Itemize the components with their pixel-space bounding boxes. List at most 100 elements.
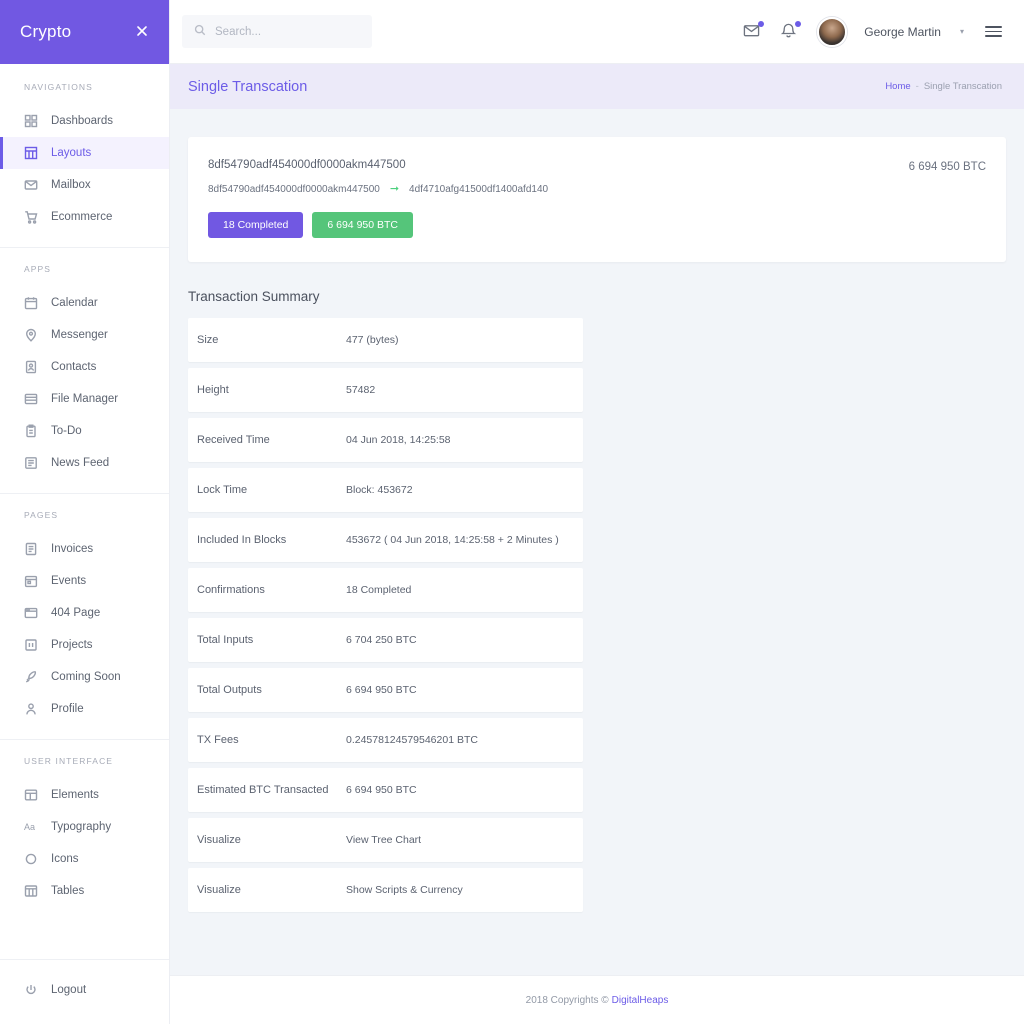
sidebar-item-label: File Manager bbox=[51, 393, 118, 405]
table-row: Lock TimeBlock: 453672 bbox=[188, 468, 583, 512]
sidebar-item-label: Tables bbox=[51, 885, 84, 897]
chevron-down-icon[interactable]: ▾ bbox=[960, 27, 964, 36]
summary-row-value: 477 (bytes) bbox=[346, 334, 399, 346]
summary-row-key: Total Inputs bbox=[197, 634, 346, 646]
sidebar-item-label: Events bbox=[51, 575, 86, 587]
topbar: George Martin ▾ bbox=[170, 0, 1024, 64]
summary-row-value: 57482 bbox=[346, 384, 375, 396]
invoice-icon bbox=[24, 542, 38, 556]
avatar[interactable] bbox=[817, 17, 847, 47]
mail-icon[interactable] bbox=[743, 22, 763, 42]
search-input[interactable] bbox=[215, 26, 360, 38]
sidebar-section-title: USER INTERFACE bbox=[0, 756, 169, 766]
contact-card-icon bbox=[24, 360, 38, 374]
amount-badge[interactable]: 6 694 950 BTC bbox=[312, 212, 413, 238]
sidebar-item-logout[interactable]: Logout bbox=[0, 974, 169, 1006]
table-row: Received Time04 Jun 2018, 14:25:58 bbox=[188, 418, 583, 462]
table-row: Included In Blocks453672 ( 04 Jun 2018, … bbox=[188, 518, 583, 562]
table-row: Total Outputs6 694 950 BTC bbox=[188, 668, 583, 712]
sidebar-nav: NAVIGATIONS Dashboards Layouts Mailbox Ecomm… bbox=[0, 64, 169, 959]
sidebar-item-label: Dashboards bbox=[51, 115, 113, 127]
topbar-actions: George Martin ▾ bbox=[743, 17, 1002, 47]
summary-row-key: Confirmations bbox=[197, 584, 346, 596]
sidebar-item-elements[interactable]: Elements bbox=[0, 779, 169, 811]
sidebar-item-label: Logout bbox=[51, 984, 86, 996]
sidebar-item-mailbox[interactable]: Mailbox bbox=[0, 169, 169, 201]
sidebar-divider bbox=[0, 247, 169, 248]
sidebar-item-to-do[interactable]: To-Do bbox=[0, 415, 169, 447]
sidebar-divider bbox=[0, 493, 169, 494]
typography-icon: Aa bbox=[24, 820, 38, 834]
summary-row-key: Visualize bbox=[197, 834, 346, 846]
browser-icon bbox=[24, 606, 38, 620]
sidebar-item-contacts[interactable]: Contacts bbox=[0, 351, 169, 383]
summary-row-key: Size bbox=[197, 334, 346, 346]
summary-row-value: 04 Jun 2018, 14:25:58 bbox=[346, 434, 451, 446]
main-area: George Martin ▾ Single Transcation Home … bbox=[170, 0, 1024, 1024]
sidebar-item-file-manager[interactable]: File Manager bbox=[0, 383, 169, 415]
sidebar-item-label: Mailbox bbox=[51, 179, 91, 191]
footer-copyright: 2018 Copyrights © bbox=[526, 995, 609, 1006]
arrow-right-icon: ➞ bbox=[390, 184, 399, 195]
sidebar-item-label: News Feed bbox=[51, 457, 109, 469]
table-row: Total Inputs6 704 250 BTC bbox=[188, 618, 583, 662]
user-icon bbox=[24, 702, 38, 716]
summary-row-value: 6 694 950 BTC bbox=[346, 684, 417, 696]
calendar-icon bbox=[24, 296, 38, 310]
sidebar-section-title: APPS bbox=[0, 264, 169, 274]
sidebar-item-dashboards[interactable]: Dashboards bbox=[0, 105, 169, 137]
summary-row-key: Estimated BTC Transacted bbox=[197, 784, 346, 796]
breadcrumb-home[interactable]: Home bbox=[885, 81, 910, 92]
sidebar-item-label: Coming Soon bbox=[51, 671, 121, 683]
sidebar-item-calendar[interactable]: Calendar bbox=[0, 287, 169, 319]
circle-icon bbox=[24, 852, 38, 866]
sidebar-item-icons[interactable]: Icons bbox=[0, 843, 169, 875]
transaction-hash: 8df54790adf454000df0000akm447500 bbox=[208, 159, 548, 171]
sidebar-section-title: NAVIGATIONS bbox=[0, 82, 169, 92]
sidebar-item-profile[interactable]: Profile bbox=[0, 693, 169, 725]
footer: 2018 Copyrights © DigitalHeaps bbox=[170, 975, 1024, 1024]
summary-row-key: Included In Blocks bbox=[197, 534, 346, 546]
sidebar-item-typography[interactable]: AaTypography bbox=[0, 811, 169, 843]
sidebar-item-404-page[interactable]: 404 Page bbox=[0, 597, 169, 629]
sidebar-item-label: Profile bbox=[51, 703, 84, 715]
hamburger-icon[interactable] bbox=[985, 26, 1002, 37]
transaction-flow: 8df54790adf454000df0000akm447500 ➞ 4df47… bbox=[208, 184, 548, 195]
transaction-card-left: 8df54790adf454000df0000akm447500 8df5479… bbox=[208, 159, 548, 238]
sidebar-item-coming-soon[interactable]: Coming Soon bbox=[0, 661, 169, 693]
summary-row-value: 6 704 250 BTC bbox=[346, 634, 417, 646]
footer-brand-link[interactable]: DigitalHeaps bbox=[612, 995, 669, 1006]
transaction-amount: 6 694 950 BTC bbox=[909, 159, 986, 173]
sidebar-item-messenger[interactable]: Messenger bbox=[0, 319, 169, 351]
search-box[interactable] bbox=[182, 15, 372, 48]
summary-row-value: 18 Completed bbox=[346, 584, 411, 596]
sidebar-item-label: Messenger bbox=[51, 329, 108, 341]
summary-row-key: TX Fees bbox=[197, 734, 346, 746]
close-icon[interactable] bbox=[135, 24, 149, 41]
sidebar-item-layouts[interactable]: Layouts bbox=[0, 137, 169, 169]
status-badge[interactable]: 18 Completed bbox=[208, 212, 303, 238]
sidebar-item-tables[interactable]: Tables bbox=[0, 875, 169, 907]
sidebar: Crypto NAVIGATIONS Dashboards Layouts Mailb… bbox=[0, 0, 170, 1024]
folder-icon bbox=[24, 392, 38, 406]
summary-row-key: Lock Time bbox=[197, 484, 346, 496]
sidebar-item-ecommerce[interactable]: Ecommerce bbox=[0, 201, 169, 233]
sidebar-item-news-feed[interactable]: News Feed bbox=[0, 447, 169, 479]
sidebar-divider bbox=[0, 739, 169, 740]
sidebar-item-invoices[interactable]: Invoices bbox=[0, 533, 169, 565]
search-icon bbox=[194, 23, 206, 41]
sidebar-item-projects[interactable]: Projects bbox=[0, 629, 169, 661]
bell-icon[interactable] bbox=[780, 22, 800, 42]
page-content: 8df54790adf454000df0000akm447500 8df5479… bbox=[170, 109, 1024, 975]
app-root: Crypto NAVIGATIONS Dashboards Layouts Mailb… bbox=[0, 0, 1024, 1024]
summary-row-value: Block: 453672 bbox=[346, 484, 413, 496]
user-name[interactable]: George Martin bbox=[864, 25, 941, 39]
grid-icon bbox=[24, 114, 38, 128]
summary-row-value: 0.24578124579546201 BTC bbox=[346, 734, 478, 746]
sidebar-item-label: Calendar bbox=[51, 297, 98, 309]
sidebar-item-events[interactable]: Events bbox=[0, 565, 169, 597]
summary-row-value: View Tree Chart bbox=[346, 834, 421, 846]
sidebar-section-title: PAGES bbox=[0, 510, 169, 520]
transaction-card: 8df54790adf454000df0000akm447500 8df5479… bbox=[188, 137, 1006, 262]
app-logo: Crypto bbox=[20, 22, 71, 42]
